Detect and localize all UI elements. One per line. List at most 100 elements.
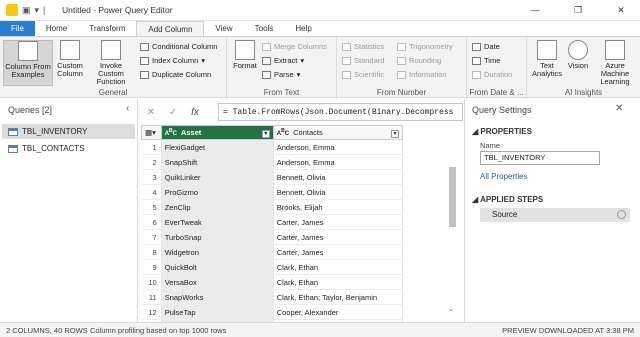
column-from-examples-button[interactable]: Column From Examples (3, 40, 53, 86)
custom-column-label: Custom Column (57, 61, 83, 78)
merge-columns-button[interactable]: Merge Columns (262, 42, 327, 51)
table-menu-icon[interactable]: ▦▾ (141, 125, 162, 140)
cell-asset[interactable]: TurboSnap (161, 229, 274, 245)
rounding-button[interactable]: Rounding (397, 56, 441, 65)
duplicate-column-button[interactable]: Duplicate Column (140, 70, 211, 79)
step-source[interactable]: Source (480, 208, 630, 222)
date-button[interactable]: Date (472, 42, 500, 51)
column-header-contacts[interactable]: ABC Contacts ▾ (272, 125, 403, 140)
cell-asset[interactable]: ZenClip (161, 199, 274, 215)
duplicate-column-label: Duplicate Column (152, 70, 212, 79)
cell-contacts[interactable]: Anderson, Emma (273, 154, 403, 170)
status-profiling[interactable]: Column profiling based on top 1000 rows (90, 326, 226, 335)
parse-label: Parse (274, 70, 294, 79)
check-icon[interactable]: ✓ (162, 107, 184, 118)
cell-asset[interactable]: QuikLinker (161, 169, 274, 185)
row-number[interactable]: 9 (141, 259, 162, 275)
tab-home[interactable]: Home (35, 21, 78, 36)
cell-asset[interactable]: SnapWorks (161, 289, 274, 305)
duration-button[interactable]: Duration (472, 70, 512, 79)
row-number[interactable]: 11 (141, 289, 162, 305)
query-item-tbl-contacts[interactable]: TBL_CONTACTS (2, 141, 135, 156)
restore-button[interactable]: ❐ (563, 0, 593, 21)
formula-input[interactable]: = Table.FromRows(Json.Document(Binary.De… (218, 103, 463, 121)
close-button[interactable]: ✕ (606, 0, 636, 21)
cell-contacts[interactable]: Clark, Ethan (273, 259, 403, 275)
tab-file[interactable]: File (0, 21, 35, 36)
text-type-icon[interactable]: ABC (165, 128, 177, 137)
cell-asset[interactable]: VersaBox (161, 274, 274, 290)
cell-contacts[interactable]: Clark, Ethan; Taylor, Benjamin (273, 289, 403, 305)
invoke-custom-function-button[interactable]: Invoke Custom Function (87, 40, 135, 86)
format-button[interactable]: Format (231, 40, 259, 70)
cell-asset[interactable]: QuickBolt (161, 259, 274, 275)
cell-contacts[interactable]: Bennett, Olivia (273, 169, 403, 185)
close-icon[interactable]: ✕ (615, 103, 623, 114)
cell-contacts[interactable]: Clark, Ethan (273, 274, 403, 290)
row-number[interactable]: 12 (141, 304, 162, 320)
cell-asset[interactable]: SnapShift (161, 154, 274, 170)
minimize-button[interactable]: — (520, 0, 550, 21)
row-number[interactable]: 2 (141, 154, 162, 170)
query-item-tbl-inventory[interactable]: TBL_INVENTORY (2, 124, 135, 139)
filter-dropdown-icon[interactable]: ▾ (391, 129, 399, 138)
vertical-scrollbar[interactable]: ⌄ (448, 165, 458, 315)
scroll-down-icon[interactable]: ⌄ (448, 305, 454, 313)
index-column-button[interactable]: Index Column ▾ (140, 56, 205, 65)
cell-asset[interactable]: ProGizmo (161, 184, 274, 200)
row-number[interactable]: 6 (141, 214, 162, 230)
fx-icon[interactable]: fx (184, 107, 206, 118)
all-properties-link[interactable]: All Properties (480, 172, 528, 181)
cell-contacts[interactable]: Anderson, Emma (273, 139, 403, 155)
tab-tools[interactable]: Tools (244, 21, 285, 36)
row-number[interactable]: 10 (141, 274, 162, 290)
row-number[interactable]: 7 (141, 229, 162, 245)
collapse-left-icon[interactable]: ‹ (126, 103, 129, 114)
statistics-button[interactable]: Statistics (342, 42, 384, 51)
custom-column-button[interactable]: Custom Column (55, 40, 85, 78)
row-number[interactable]: 4 (141, 184, 162, 200)
row-number[interactable]: 3 (141, 169, 162, 185)
tab-add-column[interactable]: Add Column (136, 21, 205, 36)
text-type-icon[interactable]: ABC (277, 128, 289, 137)
query-name-input[interactable]: TBL_INVENTORY (480, 151, 600, 165)
cell-asset[interactable]: EverTweak (161, 214, 274, 230)
trigonometry-button[interactable]: Trigonometry (397, 42, 453, 51)
filter-dropdown-icon[interactable]: ▾ (261, 129, 270, 138)
save-icon[interactable]: ▣ (22, 5, 31, 16)
cell-contacts[interactable]: Carter, James (273, 244, 403, 260)
chevron-down-icon[interactable]: ▾ (35, 5, 40, 16)
row-number[interactable]: 1 (141, 139, 162, 155)
gear-icon[interactable] (617, 210, 626, 219)
cell-contacts[interactable]: Carter, James (273, 214, 403, 230)
row-number[interactable]: 8 (141, 244, 162, 260)
row-number[interactable]: 5 (141, 199, 162, 215)
cell-contacts[interactable]: Cooper, Alexander (273, 304, 403, 320)
cell-contacts[interactable]: Brooks, Elijah (273, 199, 403, 215)
scrollbar-thumb[interactable] (449, 167, 456, 227)
cell-asset[interactable]: PulseTap (161, 304, 274, 320)
cancel-icon[interactable]: ✕ (140, 107, 162, 118)
query-settings-pane: Query Settings ✕ ◢ PROPERTIES Name TBL_I… (464, 99, 640, 322)
tab-view[interactable]: View (204, 21, 243, 36)
azure-ml-button[interactable]: Azure Machine Learning (593, 40, 637, 86)
vision-button[interactable]: Vision (565, 40, 591, 70)
column-header-asset[interactable]: ABC Asset ▾ (160, 125, 274, 140)
scientific-button[interactable]: Scientific (342, 70, 384, 79)
conditional-column-icon (140, 42, 149, 51)
tab-help[interactable]: Help (284, 21, 322, 36)
tab-transform[interactable]: Transform (78, 21, 136, 36)
format-icon (235, 40, 255, 60)
cell-asset[interactable]: FlexiGadget (161, 139, 274, 155)
conditional-column-button[interactable]: Conditional Column (140, 42, 217, 51)
parse-button[interactable]: Parse ▾ (262, 70, 300, 79)
time-button[interactable]: Time (472, 56, 500, 65)
standard-button[interactable]: Standard (342, 56, 384, 65)
cell-contacts[interactable]: Bennett, Olivia (273, 184, 403, 200)
information-button[interactable]: Information (397, 70, 447, 79)
cell-contacts[interactable]: Carter, James (273, 229, 403, 245)
text-analytics-button[interactable]: Text Analytics (531, 40, 563, 78)
extract-button[interactable]: Extract ▾ (262, 56, 304, 65)
trigonometry-icon (397, 42, 406, 51)
cell-asset[interactable]: Widgetron (161, 244, 274, 260)
